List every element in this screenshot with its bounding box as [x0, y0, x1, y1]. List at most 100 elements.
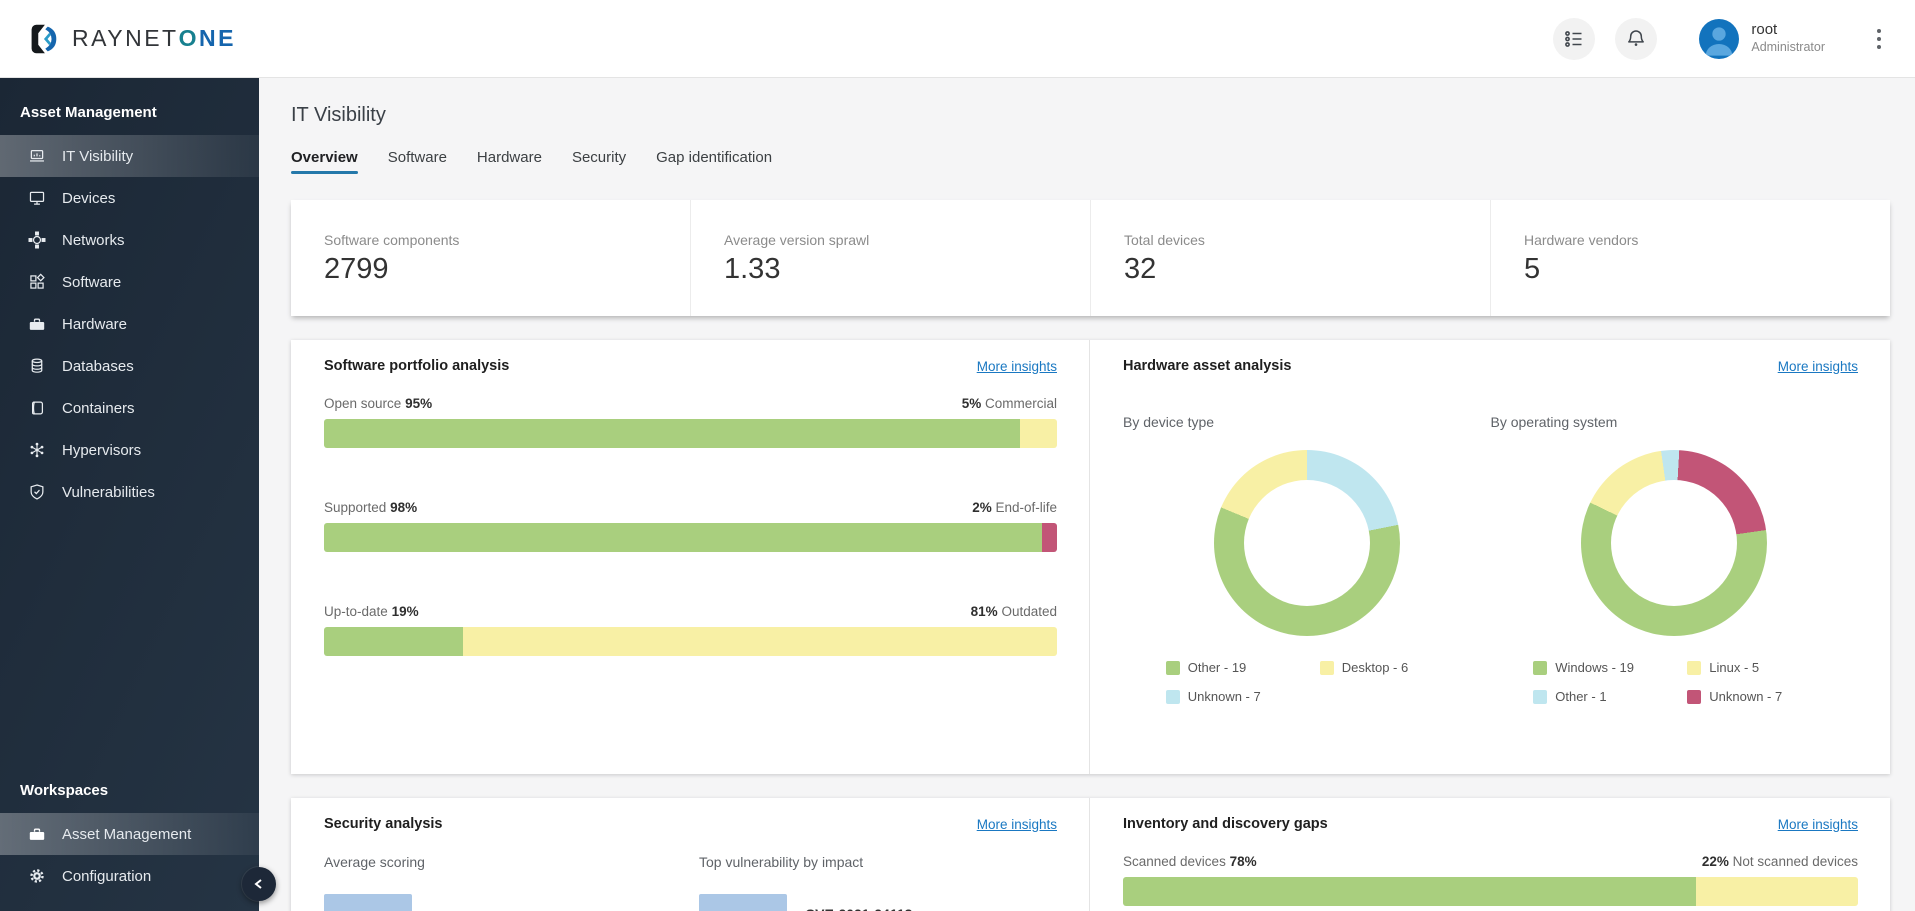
tab-software[interactable]: Software — [388, 149, 447, 174]
container-icon — [28, 399, 46, 417]
hardware-asset-panel: Hardware asset analysis More insights By… — [1090, 340, 1890, 774]
tab-hardware[interactable]: Hardware — [477, 149, 542, 174]
tab-bar: Overview Software Hardware Security Gap … — [291, 149, 1890, 174]
legend-swatch — [1533, 661, 1547, 675]
panel-title: Security analysis — [324, 816, 443, 832]
sidebar-item-vulnerabilities[interactable]: Vulnerabilities — [0, 471, 259, 513]
stat-value: 5 — [1524, 253, 1890, 286]
tab-overview[interactable]: Overview — [291, 149, 358, 174]
legend-swatch — [1166, 661, 1180, 675]
workspace-item-asset-management[interactable]: Asset Management — [0, 813, 259, 855]
top-vulnerability-box — [699, 894, 787, 911]
more-insights-link[interactable]: More insights — [977, 359, 1057, 374]
stacked-bar — [324, 419, 1057, 448]
legend-item: Other - 19 — [1166, 660, 1294, 675]
inventory-gaps-panel: Inventory and discovery gaps More insigh… — [1090, 798, 1890, 911]
more-insights-link[interactable]: More insights — [1778, 817, 1858, 832]
tasks-list-button[interactable] — [1553, 18, 1595, 60]
notifications-button[interactable] — [1615, 18, 1657, 60]
stat-software-components: Software components 2799 — [291, 200, 691, 316]
more-insights-link[interactable]: More insights — [1778, 359, 1858, 374]
more-options-button[interactable] — [1871, 23, 1887, 55]
workspace-item-label: Asset Management — [62, 826, 191, 843]
raynet-logo[interactable]: RAYNETONE — [24, 20, 236, 58]
legend-swatch — [1166, 690, 1180, 704]
tasks-list-icon — [1563, 28, 1585, 50]
analysis-row: Software portfolio analysis More insight… — [291, 340, 1890, 774]
chevron-left-icon — [253, 878, 265, 890]
person-icon — [1699, 19, 1739, 59]
raynet-logo-text: RAYNETONE — [72, 25, 236, 52]
sidebar-item-networks[interactable]: Networks — [0, 219, 259, 261]
hypervisor-cluster-icon — [28, 441, 46, 459]
stat-label: Total devices — [1124, 232, 1490, 248]
average-scoring-box — [324, 894, 412, 911]
device-type-chart: By device type Other - 19 Desktop - — [1123, 414, 1491, 704]
cve-id[interactable]: CVE-2021-24113 — [805, 906, 912, 911]
bar-segment-left — [324, 523, 1042, 552]
legend-item: Windows - 19 — [1533, 660, 1661, 675]
sidebar-collapse-button[interactable] — [242, 867, 276, 901]
panel-title: Hardware asset analysis — [1123, 358, 1291, 374]
avatar — [1699, 19, 1739, 59]
average-scoring-block: Average scoring — [324, 854, 699, 911]
sidebar-item-databases[interactable]: Databases — [0, 345, 259, 387]
briefcase-icon — [28, 825, 46, 843]
operating-system-donut — [1581, 450, 1767, 636]
sidebar-item-software[interactable]: Software — [0, 261, 259, 303]
average-scoring-label: Average scoring — [324, 854, 699, 870]
legend-swatch — [1687, 690, 1701, 704]
top-vulnerability-block: Top vulnerability by impact CVE-2021-241… — [699, 854, 912, 911]
panel-title: Software portfolio analysis — [324, 358, 509, 374]
page-title: IT Visibility — [291, 104, 1890, 127]
legend-swatch — [1320, 661, 1334, 675]
tab-security[interactable]: Security — [572, 149, 626, 174]
panel-title: Inventory and discovery gaps — [1123, 816, 1328, 832]
sidebar-item-hypervisors[interactable]: Hypervisors — [0, 429, 259, 471]
raynet-logo-mark — [24, 20, 62, 58]
bell-icon — [1625, 28, 1647, 50]
stat-value: 1.33 — [724, 253, 1090, 286]
operating-system-chart: By operating system Windows - 19 Li — [1491, 414, 1859, 704]
more-insights-link[interactable]: More insights — [977, 817, 1057, 832]
user-menu[interactable]: root Administrator — [1699, 19, 1825, 59]
bar-segment-right — [1042, 523, 1057, 552]
legend-item: Unknown - 7 — [1166, 689, 1294, 704]
stat-value: 2799 — [324, 253, 690, 286]
bar-open-source-commercial: Open source 95% 5% Commercial — [324, 396, 1057, 448]
workspace-item-configuration[interactable]: Configuration — [0, 855, 259, 897]
operating-system-legend: Windows - 19 Linux - 5 Other - 1 — [1491, 660, 1859, 704]
sidebar-item-label: Hypervisors — [62, 442, 141, 459]
legend-item: Desktop - 6 — [1320, 660, 1448, 675]
bar-segment-left — [324, 627, 463, 656]
stat-hardware-vendors: Hardware vendors 5 — [1491, 200, 1890, 316]
sidebar-item-devices[interactable]: Devices — [0, 177, 259, 219]
sidebar-item-label: Databases — [62, 358, 134, 375]
bar-segment-right — [463, 627, 1057, 656]
sidebar-item-it-visibility[interactable]: IT Visibility — [0, 135, 259, 177]
sidebar-item-containers[interactable]: Containers — [0, 387, 259, 429]
software-portfolio-panel: Software portfolio analysis More insight… — [291, 340, 1090, 774]
device-type-donut — [1214, 450, 1400, 636]
sidebar-item-label: Networks — [62, 232, 125, 249]
gear-icon — [28, 867, 46, 885]
user-role: Administrator — [1751, 40, 1825, 56]
stat-label: Average version sprawl — [724, 232, 1090, 248]
database-icon — [28, 357, 46, 375]
bar-segment-right — [1020, 419, 1057, 448]
legend-swatch — [1687, 661, 1701, 675]
stacked-bar — [1123, 877, 1858, 906]
sidebar-item-label: IT Visibility — [62, 148, 133, 165]
legend-item: Unknown - 7 — [1687, 689, 1815, 704]
user-name: root — [1751, 21, 1825, 40]
top-vulnerability-label: Top vulnerability by impact — [699, 854, 912, 870]
chart-subtitle: By operating system — [1491, 414, 1859, 430]
tab-gap-identification[interactable]: Gap identification — [656, 149, 772, 174]
legend-item: Linux - 5 — [1687, 660, 1815, 675]
stat-total-devices: Total devices 32 — [1091, 200, 1491, 316]
legend-item: Other - 1 — [1533, 689, 1661, 704]
stacked-bar — [324, 523, 1057, 552]
bar-supported-eol: Supported 98% 2% End-of-life — [324, 500, 1057, 552]
sidebar-item-hardware[interactable]: Hardware — [0, 303, 259, 345]
sidebar-item-label: Vulnerabilities — [62, 484, 155, 501]
